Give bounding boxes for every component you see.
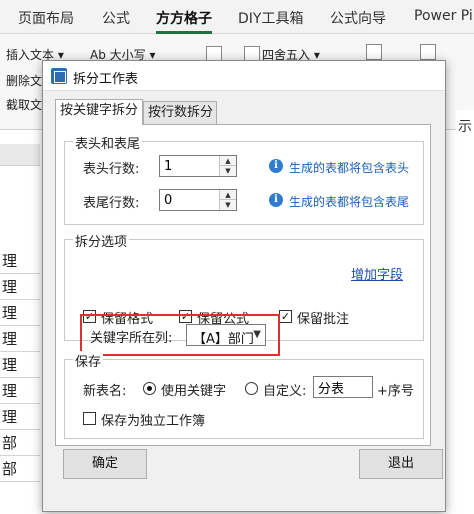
key-column-label: 关键字所在列: [90, 331, 173, 346]
custom-name-label: 自定义: [263, 384, 307, 399]
key-column-value: 【A】部门 [193, 332, 254, 347]
app-icon [51, 68, 67, 84]
extract-text-button[interactable]: 截取文 [6, 96, 42, 113]
key-column-select[interactable]: 【A】部门 ▼ [186, 324, 266, 347]
save-independent-checkbox[interactable] [83, 412, 96, 425]
delete-text-button[interactable]: 删除文 [6, 72, 42, 89]
keep-comment-checkbox[interactable]: ✓ [279, 310, 292, 323]
ribbon-tool-icon[interactable] [366, 44, 382, 60]
custom-name-radio[interactable] [245, 382, 258, 395]
save-title: 保存 [73, 351, 104, 370]
save-independent-label: 保存为独立工作簿 [101, 414, 206, 429]
header-rows-input[interactable] [160, 156, 218, 176]
custom-name-input[interactable] [314, 377, 372, 397]
sheet-cell[interactable]: 理 [0, 404, 40, 430]
header-footer-group: 表头和表尾 表头行数: ▲ ▼ i 生成的表都将包含表头 表尾行数: ▲ ▼ i [64, 133, 424, 225]
exit-button[interactable]: 退出 [359, 449, 443, 479]
tab-formula-wizard[interactable]: 公式向导 [330, 8, 386, 28]
keep-comment-label: 保留批注 [297, 312, 350, 327]
sheet-cell[interactable]: 理 [0, 326, 40, 352]
footer-rows-input[interactable] [160, 190, 218, 210]
increment-icon[interactable]: ▲ [220, 156, 236, 166]
header-footer-title: 表头和表尾 [73, 133, 143, 152]
sheet-column: 理 理 理 理 理 理 理 部 部 [0, 130, 40, 514]
use-keyword-radio[interactable] [143, 382, 156, 395]
ribbon-tabbar: 页面布局 公式 方方格子 DIY工具箱 公式向导 Power Pi [0, 0, 474, 34]
dialog-titlebar[interactable]: 拆分工作表 [43, 61, 445, 91]
decrement-icon[interactable]: ▼ [220, 166, 236, 176]
tab-fangfang[interactable]: 方方格子 [156, 8, 212, 28]
key-column-highlight: 关键字所在列: 【A】部门 ▼ [80, 314, 280, 356]
tab-split-by-rows[interactable]: 按行数拆分 [143, 101, 217, 125]
footer-rows-label: 表尾行数: [83, 196, 140, 211]
sheet-cell[interactable]: 理 [0, 274, 40, 300]
info-icon: i [269, 193, 283, 207]
sheet-cell[interactable]: 理 [0, 352, 40, 378]
split-options-title: 拆分选项 [73, 231, 130, 250]
header-rows-label: 表头行数: [83, 162, 140, 177]
split-worksheet-dialog: 拆分工作表 按关键字拆分 按行数拆分 表头和表尾 表头行数: ▲ ▼ i 生成的… [42, 60, 446, 512]
sheet-cell[interactable]: 部 [0, 430, 40, 456]
save-group: 保存 新表名: 使用关键字 自定义: +序号 保存为独立工作簿 [64, 351, 424, 439]
tab-formulas[interactable]: 公式 [102, 8, 130, 28]
column-header [0, 144, 40, 166]
tab-panel: 表头和表尾 表头行数: ▲ ▼ i 生成的表都将包含表头 表尾行数: ▲ ▼ i [55, 124, 431, 446]
new-name-label: 新表名: [83, 384, 127, 399]
chevron-down-icon[interactable]: ▼ [253, 329, 261, 340]
sequence-suffix: +序号 [377, 384, 414, 399]
footer-hint: 生成的表都将包含表尾 [289, 195, 410, 209]
header-hint: 生成的表都将包含表头 [289, 161, 410, 175]
custom-name-input-box[interactable] [313, 376, 373, 398]
footer-rows-arrows[interactable]: ▲ ▼ [219, 190, 236, 210]
sheet-cell[interactable]: 理 [0, 378, 40, 404]
add-field-link[interactable]: 增加字段 [351, 264, 403, 283]
increment-icon[interactable]: ▲ [220, 190, 236, 200]
info-icon: i [269, 159, 283, 173]
tab-page-layout[interactable]: 页面布局 [18, 8, 74, 28]
dialog-title: 拆分工作表 [73, 72, 139, 87]
ribbon-tool2-icon[interactable] [420, 44, 436, 60]
use-keyword-label: 使用关键字 [161, 384, 227, 399]
ok-button[interactable]: 确定 [63, 449, 147, 479]
footer-rows-stepper[interactable]: ▲ ▼ [159, 189, 237, 211]
header-rows-stepper[interactable]: ▲ ▼ [159, 155, 237, 177]
sheet-cell[interactable]: 理 [0, 248, 40, 274]
right-pane-fragment: 示 [456, 110, 474, 514]
tab-split-by-keyword[interactable]: 按关键字拆分 [55, 99, 143, 125]
tab-power-pivot[interactable]: Power Pi [414, 8, 473, 24]
right-pane-text: 示 [458, 119, 472, 135]
sheet-cell[interactable]: 理 [0, 300, 40, 326]
header-rows-arrows[interactable]: ▲ ▼ [219, 156, 236, 176]
tab-diy-toolbox[interactable]: DIY工具箱 [238, 8, 303, 28]
sheet-cell[interactable]: 部 [0, 456, 40, 482]
decrement-icon[interactable]: ▼ [220, 200, 236, 210]
